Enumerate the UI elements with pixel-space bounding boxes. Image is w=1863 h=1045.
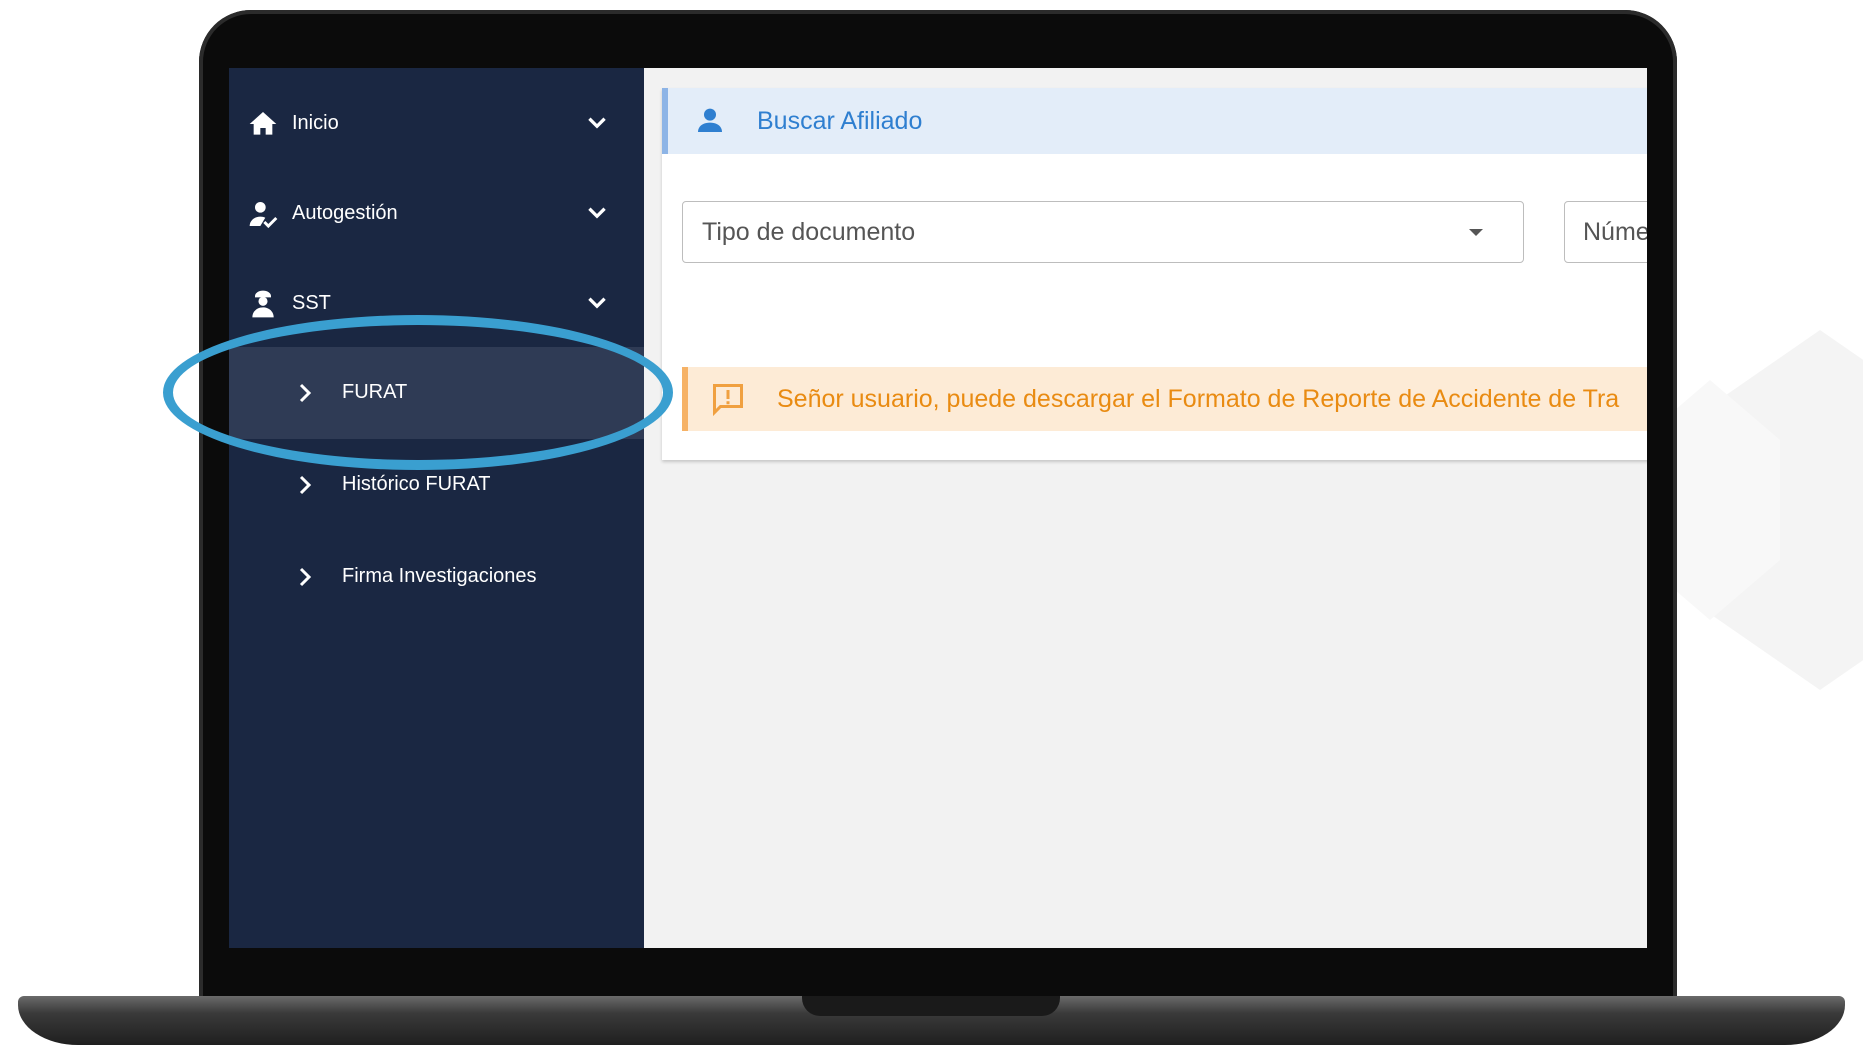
laptop-screen: Inicio Autogestión SST FURAT Histórico F… — [229, 68, 1647, 948]
document-number-input[interactable]: Núme — [1564, 201, 1647, 263]
worker-icon — [252, 290, 274, 318]
alert-text: Señor usuario, puede descargar el Format… — [777, 385, 1620, 413]
document-type-select[interactable]: Tipo de documento — [682, 201, 1524, 263]
caret-down-icon — [1469, 229, 1483, 236]
sidebar-item-autogestion[interactable]: Autogestión — [229, 178, 644, 248]
person-icon — [698, 108, 722, 132]
main-content: Buscar Afiliado Tipo de documento Núme S… — [644, 68, 1647, 948]
document-type-placeholder: Tipo de documento — [702, 218, 916, 246]
home-icon — [249, 112, 277, 135]
alert-message-icon — [713, 384, 743, 417]
highlight-circle — [163, 315, 673, 470]
page-title: Buscar Afiliado — [757, 107, 923, 135]
chevron-down-icon — [588, 207, 606, 219]
search-affiliate-card: Buscar Afiliado Tipo de documento Núme S… — [662, 88, 1647, 460]
sidebar-item-inicio[interactable]: Inicio — [229, 88, 644, 158]
document-number-placeholder: Núme — [1583, 218, 1647, 246]
sidebar: Inicio Autogestión SST FURAT Histórico F… — [229, 68, 644, 948]
chevron-right-icon — [299, 475, 312, 495]
laptop-notch — [802, 996, 1060, 1016]
chevron-down-icon — [588, 117, 606, 129]
sidebar-item-label: Inicio — [292, 112, 339, 134]
chevron-down-icon — [588, 297, 606, 309]
sidebar-item-label: Autogestión — [292, 202, 398, 224]
sidebar-subitem-label: Firma Investigaciones — [342, 565, 537, 587]
sidebar-item-label: SST — [292, 292, 331, 314]
user-check-icon — [249, 202, 278, 229]
info-alert: Señor usuario, puede descargar el Format… — [682, 367, 1647, 431]
sidebar-subitem-label: Histórico FURAT — [342, 473, 491, 495]
sidebar-subitem-firma-investigaciones[interactable]: Firma Investigaciones — [229, 531, 644, 623]
chevron-right-icon — [299, 567, 312, 587]
card-header: Buscar Afiliado — [662, 88, 1647, 154]
